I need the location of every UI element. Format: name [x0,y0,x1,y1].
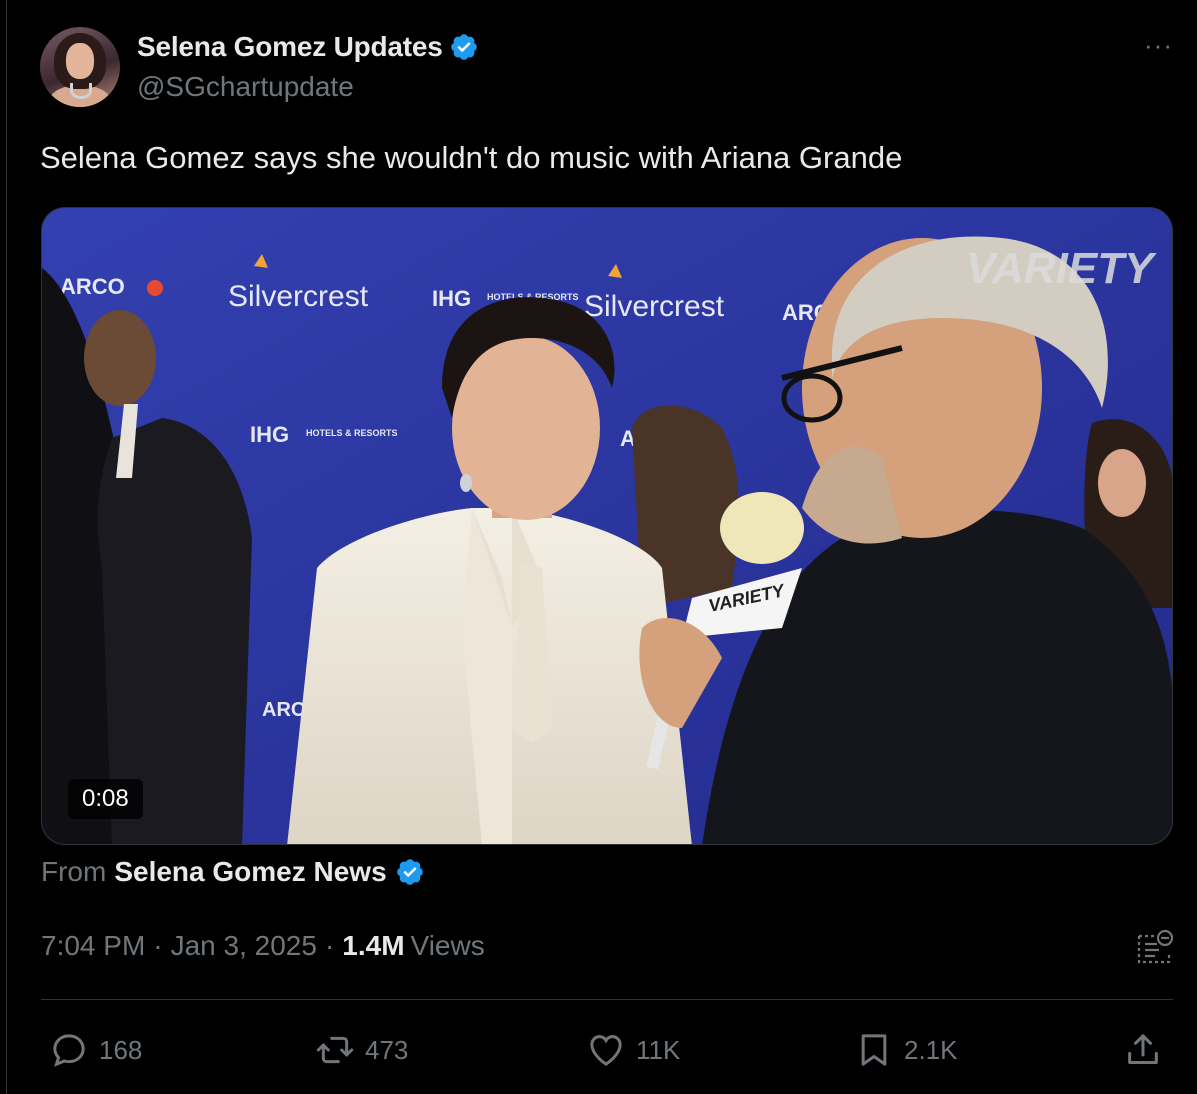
source-account-name[interactable]: Selena Gomez News [114,856,386,888]
divider [41,999,1173,1000]
verified-badge-icon [396,859,423,885]
from-label: From [41,856,107,887]
analytics-icon[interactable] [1135,928,1175,968]
backdrop-logo-ihg-2: IHG [250,422,289,447]
separator: · [153,930,163,961]
left-border [6,0,7,1094]
views-count: 1.4M [342,930,405,961]
post-date[interactable]: Jan 3, 2025 [171,930,317,962]
like-button[interactable]: 11K [586,1024,680,1076]
backdrop-logo-silvercrest-2: Silvercrest [584,290,725,323]
backdrop-logo-arc-2: ARC [262,699,305,721]
video-duration-badge: 0:08 [68,779,143,819]
author-handle[interactable]: @SGchartupdate [137,71,354,103]
verified-badge-icon [450,34,477,60]
variety-watermark: VARIETY [966,244,1157,293]
author-display-name[interactable]: Selena Gomez Updates [137,31,443,63]
video-player[interactable]: ARCO Silvercrest IHG HOTELS & RESORTS Si… [41,207,1173,845]
tweet-meta: 7:04 PM · Jan 3, 2025 · 1.4M Views [41,930,485,962]
backdrop-logo-arco: ARCO [60,274,125,299]
backdrop-logo-silvercrest: Silvercrest [228,280,369,313]
repost-button[interactable]: 473 [315,1024,408,1076]
video-frame: ARCO Silvercrest IHG HOTELS & RESORTS Si… [42,208,1172,844]
source-attribution: From Selena Gomez News [41,856,425,888]
views-label: Views [410,930,485,961]
backdrop-logo-hotels-2: HOTELS & RESORTS [306,428,398,438]
tweet-header: Selena Gomez Updates @SGchartupdate ··· [40,27,1173,107]
repost-icon [316,1036,354,1064]
reply-count: 168 [99,1034,143,1065]
tweet-text: Selena Gomez says she wouldn't do music … [40,140,903,175]
name-row: Selena Gomez Updates [137,31,479,63]
reply-icon [53,1034,85,1067]
reply-button[interactable]: 168 [49,1024,142,1076]
like-count: 11K [636,1034,681,1065]
heart-icon [590,1035,622,1066]
repost-count: 473 [365,1034,409,1065]
bookmark-icon [861,1034,887,1066]
bookmark-button[interactable]: 2.1K [854,1024,958,1076]
avatar[interactable] [40,27,120,107]
backdrop-logo-ihg: IHG [432,286,471,311]
action-bar: 168 473 11K 2.1K [41,1024,1173,1076]
share-button[interactable] [1123,1024,1163,1076]
share-icon [1128,1034,1158,1064]
bookmark-count: 2.1K [904,1034,958,1065]
separator: · [324,930,335,961]
more-options-icon[interactable]: ··· [1144,32,1173,58]
post-time[interactable]: 7:04 PM [41,930,145,962]
